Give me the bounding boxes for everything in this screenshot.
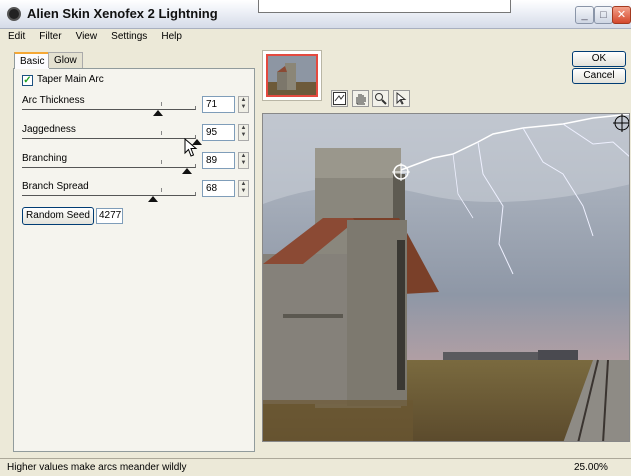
spin-up-icon[interactable]: ▲: [241, 181, 247, 187]
preview-canvas[interactable]: [262, 113, 630, 442]
taper-main-arc-checkbox[interactable]: ✓: [22, 75, 33, 86]
slider-tick: [161, 188, 162, 192]
spin-down-icon[interactable]: ▼: [241, 132, 247, 138]
tab-glow[interactable]: Glow: [48, 52, 83, 68]
lightning-origin-crosshair[interactable]: [391, 162, 411, 182]
branch-spread-slider[interactable]: [22, 188, 196, 202]
branch-spread-label: Branch Spread: [22, 181, 89, 192]
taper-main-arc-label: Taper Main Arc: [37, 74, 104, 85]
menu-bar: Edit Filter View Settings Help: [0, 29, 631, 45]
slider-tick: [161, 102, 162, 106]
hand-tool-button[interactable]: [352, 90, 369, 107]
jaggedness-spinner[interactable]: ▲ ▼: [238, 124, 249, 141]
branching-slider[interactable]: [22, 160, 196, 174]
menu-help[interactable]: Help: [161, 29, 182, 44]
branch-spread-field[interactable]: 68: [202, 180, 235, 197]
lightning-target-crosshair[interactable]: [613, 114, 630, 132]
branching-spinner[interactable]: ▲ ▼: [238, 152, 249, 169]
ok-button[interactable]: OK: [572, 51, 626, 67]
maximize-button[interactable]: □: [594, 6, 613, 24]
branching-label: Branching: [22, 153, 68, 164]
branch-spread-spinner[interactable]: ▲ ▼: [238, 180, 249, 197]
slider-tick: [161, 160, 162, 164]
status-message: Higher values make arcs meander wildly: [7, 462, 187, 473]
arc-thickness-slider-thumb[interactable]: [152, 110, 163, 116]
arc-thickness-spinner[interactable]: ▲ ▼: [238, 96, 249, 113]
spin-down-icon[interactable]: ▼: [241, 160, 247, 166]
mouse-cursor-icon: [184, 138, 198, 157]
spin-down-icon[interactable]: ▼: [241, 104, 247, 110]
arc-thickness-slider[interactable]: [22, 102, 196, 116]
branching-field[interactable]: 89: [202, 152, 235, 169]
preview-toggle-icon: [333, 92, 346, 105]
preview-image: [263, 114, 629, 441]
spin-up-icon[interactable]: ▲: [241, 97, 247, 103]
app-icon: [7, 7, 21, 21]
spin-up-icon[interactable]: ▲: [241, 125, 247, 131]
preview-toggle-button[interactable]: [331, 90, 348, 107]
spin-down-icon[interactable]: ▼: [241, 188, 247, 194]
hand-icon: [356, 94, 366, 105]
overlay-panel: [258, 0, 511, 13]
navigator-thumbnail[interactable]: [262, 50, 322, 101]
close-button[interactable]: ✕: [612, 6, 631, 24]
pointer-icon: [396, 92, 407, 105]
window-title: Alien Skin Xenofex 2 Lightning: [27, 6, 218, 21]
seed-value-field[interactable]: 4277: [96, 208, 123, 224]
jaggedness-field[interactable]: 95: [202, 124, 235, 141]
status-bar: Higher values make arcs meander wildly 2…: [0, 458, 631, 476]
menu-filter[interactable]: Filter: [39, 29, 61, 44]
cancel-button[interactable]: Cancel: [572, 68, 626, 84]
tab-basic[interactable]: Basic: [14, 52, 51, 69]
jaggedness-slider[interactable]: [22, 131, 202, 145]
menu-view[interactable]: View: [76, 29, 98, 44]
arc-thickness-field[interactable]: 71: [202, 96, 235, 113]
menu-settings[interactable]: Settings: [111, 29, 147, 44]
menu-edit[interactable]: Edit: [8, 29, 25, 44]
thumbnail-image[interactable]: [266, 54, 318, 97]
slider-tick: [161, 131, 162, 135]
branching-slider-thumb[interactable]: [182, 168, 193, 174]
branch-spread-slider-thumb[interactable]: [147, 196, 158, 202]
arc-thickness-label: Arc Thickness: [22, 95, 85, 106]
zoom-icon: [375, 93, 387, 105]
jaggedness-label: Jaggedness: [22, 124, 76, 135]
pointer-tool-button[interactable]: [393, 90, 410, 107]
zoom-tool-button[interactable]: [372, 90, 389, 107]
minimize-button[interactable]: _: [575, 6, 594, 24]
spin-up-icon[interactable]: ▲: [241, 153, 247, 159]
random-seed-button[interactable]: Random Seed: [22, 207, 94, 225]
zoom-level: 25.00%: [574, 462, 608, 473]
